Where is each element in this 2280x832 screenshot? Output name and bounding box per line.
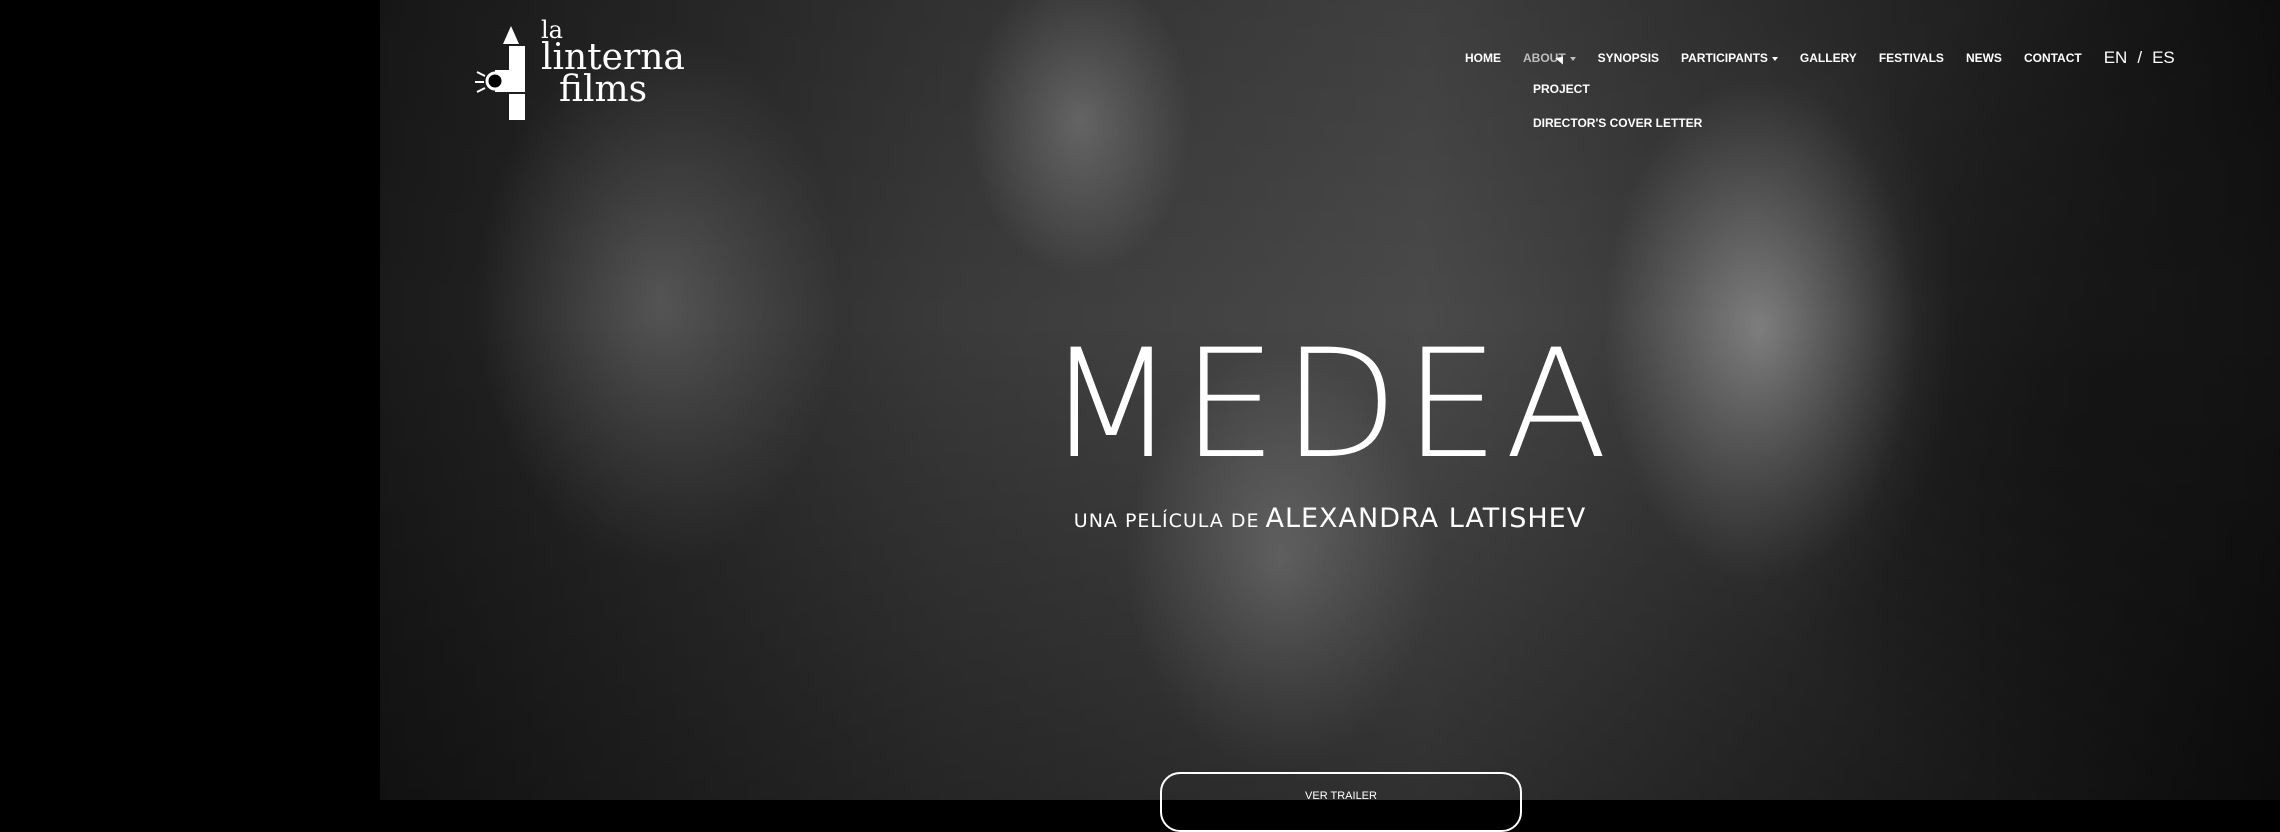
- lang-es[interactable]: ES: [2152, 48, 2175, 68]
- nav-gallery[interactable]: GALLERY: [1800, 51, 1857, 65]
- dropdown-item-directors-cover-letter[interactable]: DIRECTOR'S COVER LETTER: [1533, 116, 1702, 130]
- logo-text-films: films: [559, 69, 648, 110]
- nav-contact[interactable]: CONTACT: [2024, 51, 2082, 65]
- nav-home[interactable]: HOME: [1465, 51, 1501, 65]
- main-nav: HOME ABOUT SYNOPSIS PARTICIPANTS GALLERY…: [1465, 48, 2175, 68]
- film-title: MEDEA: [1046, 318, 1614, 492]
- lang-en[interactable]: EN: [2104, 48, 2128, 68]
- nav-about[interactable]: ABOUT: [1523, 51, 1576, 65]
- dropdown-item-project[interactable]: PROJECT: [1533, 82, 1702, 96]
- language-switcher: EN / ES: [2104, 48, 2175, 68]
- nav-participants-label: PARTICIPANTS: [1681, 51, 1768, 65]
- lantern-logo-icon: [475, 26, 525, 120]
- logo[interactable]: la linterna films: [475, 18, 685, 130]
- nav-news[interactable]: NEWS: [1966, 51, 2002, 65]
- trailer-button[interactable]: VER TRAILER: [1160, 772, 1522, 832]
- director-name: ALEXANDRA LATISHEV: [1265, 503, 1587, 534]
- about-dropdown: PROJECT DIRECTOR'S COVER LETTER: [1533, 82, 1702, 150]
- nav-festivals[interactable]: FESTIVALS: [1879, 51, 1944, 65]
- lang-separator: /: [2137, 48, 2143, 67]
- film-subtitle: UNA PELÍCULA DE ALEXANDRA LATISHEV: [1050, 503, 1610, 534]
- nav-participants[interactable]: PARTICIPANTS: [1681, 51, 1778, 65]
- nav-synopsis[interactable]: SYNOPSIS: [1598, 51, 1659, 65]
- chevron-down-icon: [1569, 56, 1576, 61]
- subtitle-prefix: UNA PELÍCULA DE: [1073, 510, 1260, 532]
- chevron-down-icon: [1771, 56, 1778, 61]
